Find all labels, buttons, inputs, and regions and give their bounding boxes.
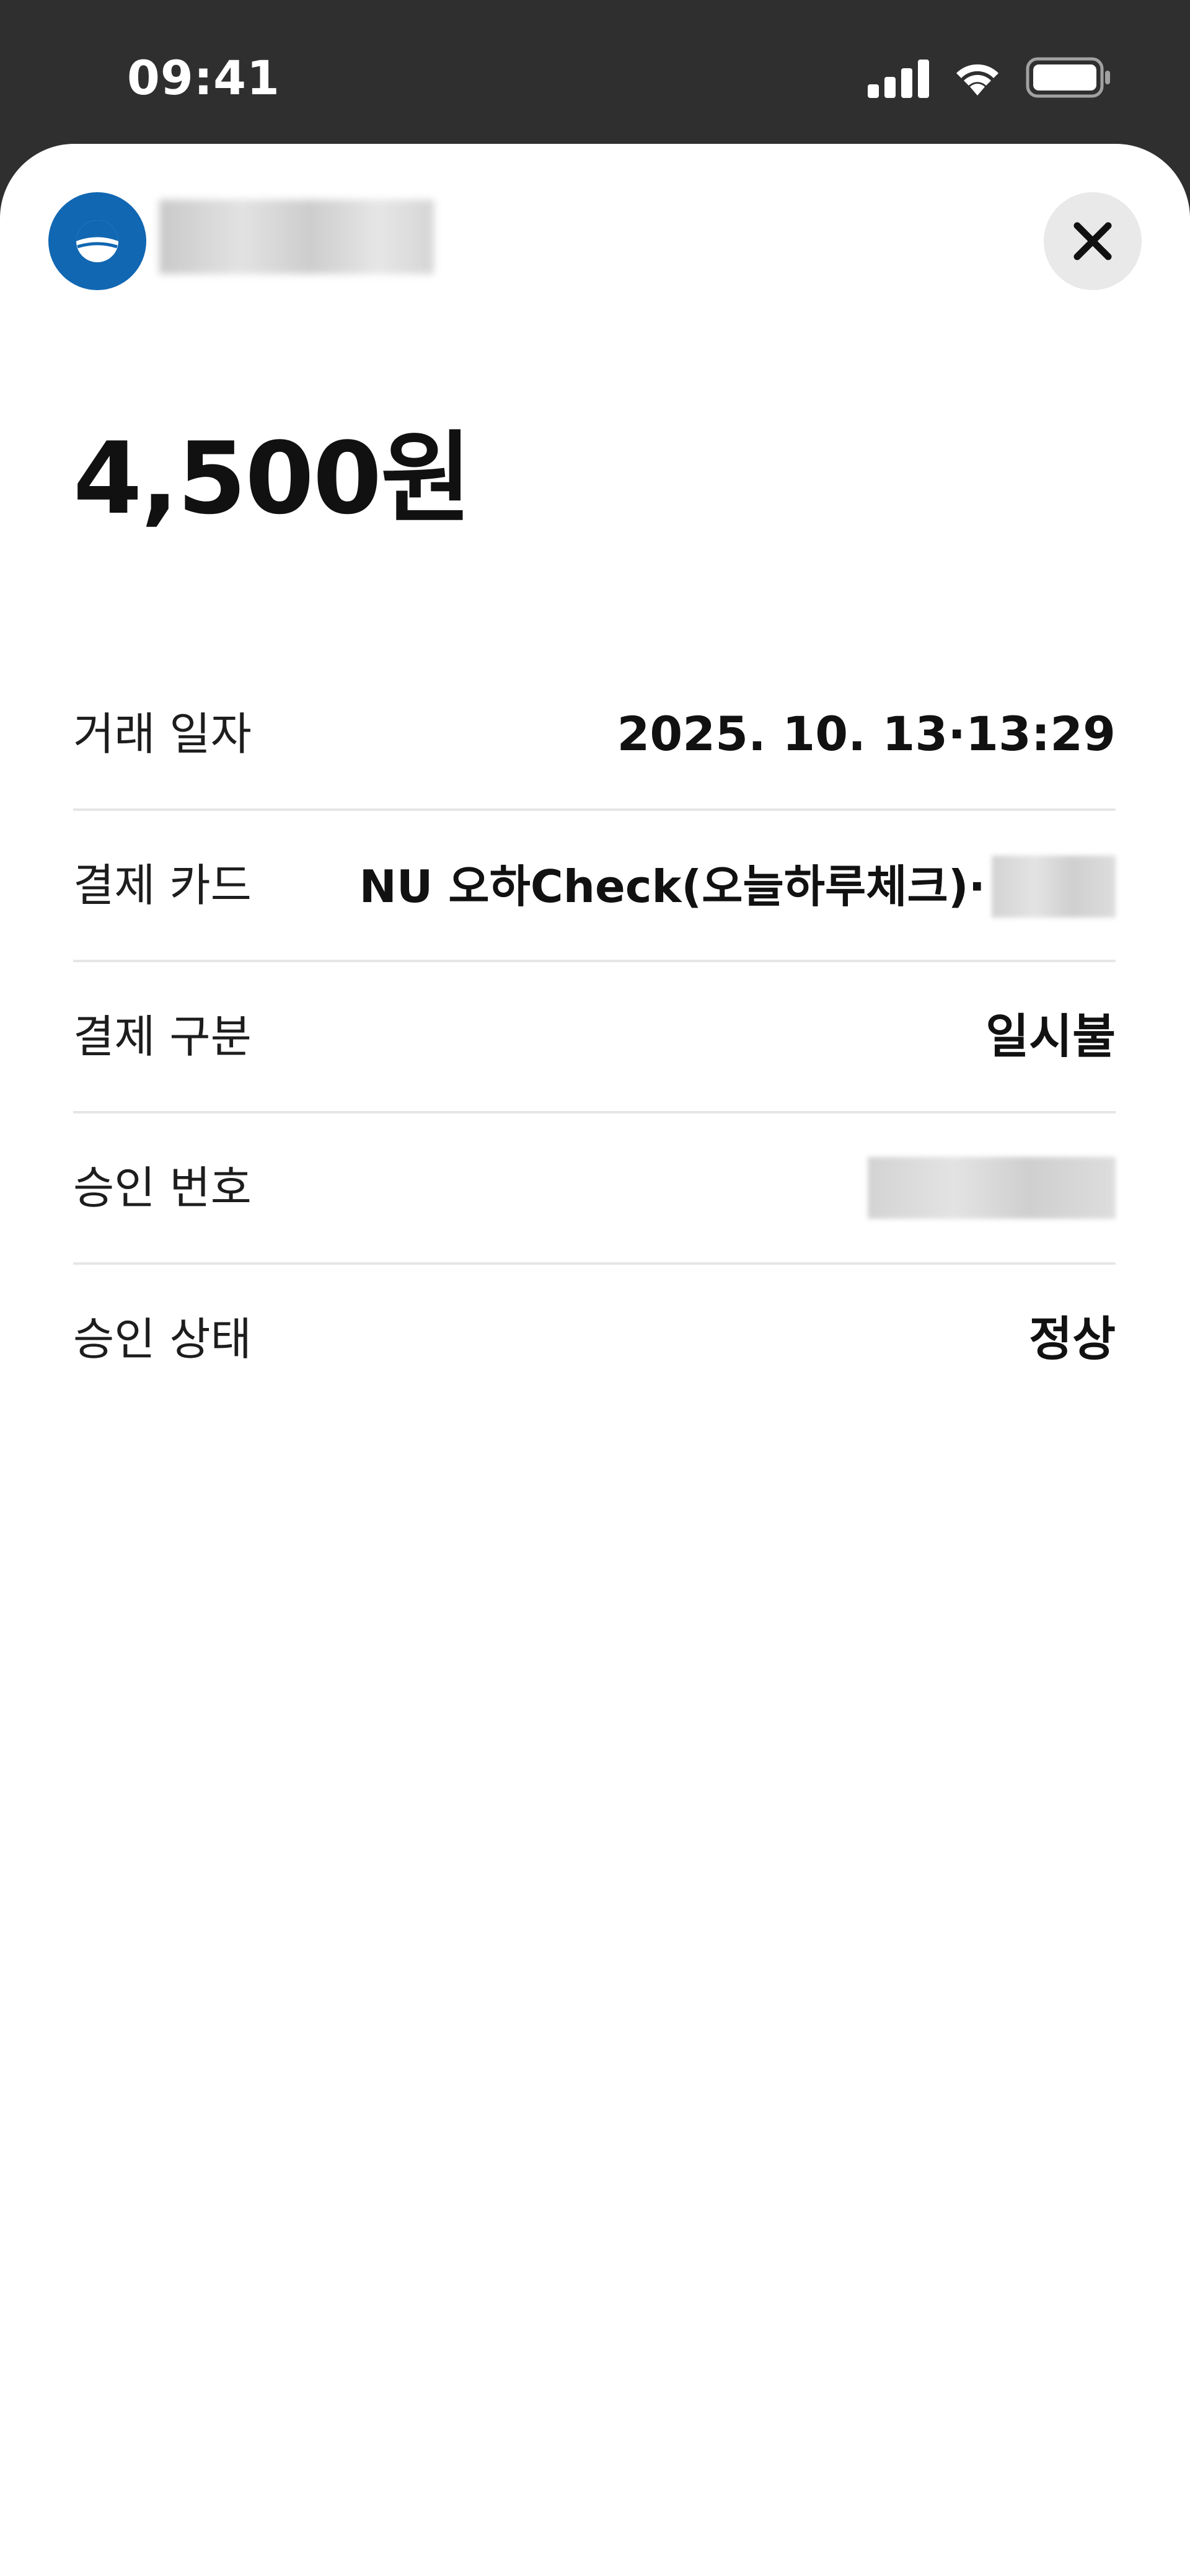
merchant-logo-icon — [48, 192, 146, 290]
status-icons — [868, 57, 1116, 100]
transaction-details: 거래 일자 2025. 10. 13·13:29 결제 카드 NU 오하Chec… — [73, 660, 1116, 1414]
detail-row-approval-number: 승인 번호 — [73, 1113, 1116, 1265]
detail-label: 거래 일자 — [73, 708, 252, 760]
status-bar: 09:41 — [0, 0, 1190, 144]
detail-row-payment-card: 결제 카드 NU 오하Check(오늘하루체크)· — [73, 811, 1116, 962]
status-time: 09:41 — [127, 50, 280, 105]
transaction-amount: 4,500원 — [73, 420, 472, 536]
close-button[interactable] — [1044, 192, 1142, 290]
detail-value: 2025. 10. 13·13:29 — [617, 706, 1116, 761]
merchant-name-redacted — [159, 200, 434, 274]
detail-label: 결제 카드 — [73, 859, 252, 911]
battery-icon — [1026, 57, 1110, 98]
approval-number-redacted — [868, 1157, 1116, 1219]
detail-label: 승인 상태 — [73, 1313, 252, 1365]
wifi-icon — [956, 64, 998, 95]
close-icon — [1073, 222, 1112, 260]
detail-label: 승인 번호 — [73, 1162, 252, 1214]
detail-label: 결제 구분 — [73, 1011, 252, 1063]
detail-row-transaction-date: 거래 일자 2025. 10. 13·13:29 — [73, 660, 1116, 811]
detail-value-group: NU 오하Check(오늘하루체크)· — [359, 856, 1116, 918]
card-number-redacted — [992, 856, 1116, 918]
detail-row-payment-type: 결제 구분 일시불 — [73, 962, 1116, 1113]
detail-value: NU 오하Check(오늘하루체크)· — [359, 861, 985, 913]
detail-value: 정상 — [1029, 1311, 1116, 1366]
transaction-detail-sheet: 4,500원 거래 일자 2025. 10. 13·13:29 결제 카드 NU… — [0, 144, 1190, 2576]
detail-value: 일시불 — [985, 1009, 1116, 1064]
cellular-signal-icon — [868, 60, 929, 98]
detail-row-approval-status: 승인 상태 정상 — [73, 1265, 1116, 1414]
